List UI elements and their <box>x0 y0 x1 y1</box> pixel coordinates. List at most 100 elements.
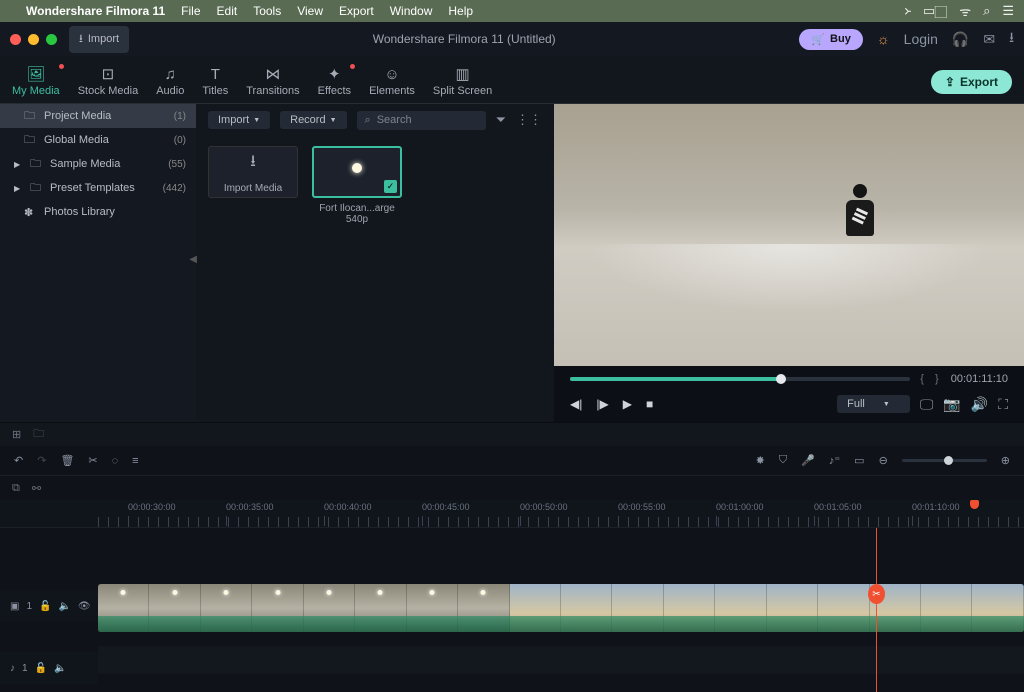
sidebar-photos-library[interactable]: ✽ Photos Library <box>0 200 196 224</box>
menu-help[interactable]: Help <box>448 4 473 18</box>
video-track-header[interactable]: ▣ 1 🔓 🔈 👁 <box>0 590 98 622</box>
app-name[interactable]: Wondershare Filmora 11 <box>26 4 165 18</box>
sidebar-global-media[interactable]: 🗀 Global Media (0) <box>0 128 196 152</box>
caption-icon[interactable]: ▭ <box>854 454 864 467</box>
tab-label: Titles <box>202 85 228 97</box>
tab-my-media[interactable]: 🖼 My Media <box>12 65 60 103</box>
zoom-slider[interactable] <box>902 459 987 462</box>
battery-icon[interactable]: ▭ <box>923 3 935 19</box>
sidebar-preset-templates[interactable]: ▶ 🗀 Preset Templates (442) <box>0 176 196 200</box>
tips-icon[interactable]: ☼ <box>877 31 890 47</box>
audio-track-header[interactable]: ♪ 1 🔓 🔈 <box>0 652 98 684</box>
import-icon: ⭳ <box>79 30 83 49</box>
zoom-out-icon[interactable]: ⊖ <box>879 454 888 467</box>
mute-icon[interactable]: 🔈 <box>58 601 70 612</box>
audio-track[interactable] <box>98 646 1024 674</box>
menu-file[interactable]: File <box>181 4 200 18</box>
tab-stock-media[interactable]: ⊡ Stock Media <box>78 65 139 103</box>
lock-icon[interactable]: 🔓 <box>39 601 51 612</box>
collapse-handle-icon[interactable]: ◀ <box>189 254 197 265</box>
add-folder-icon[interactable]: ⊞ <box>12 428 21 441</box>
next-frame-button[interactable]: |▶ <box>596 397 608 411</box>
import-media-card[interactable]: ⭳ Import Media <box>208 146 298 198</box>
volume-icon[interactable]: 🔊 <box>971 396 988 413</box>
display-icon[interactable]: 🖵 <box>920 396 934 413</box>
mic-icon[interactable]: 🎤 <box>801 454 815 467</box>
window-close[interactable] <box>10 34 21 45</box>
tab-titles[interactable]: T Titles <box>202 65 228 103</box>
photos-icon: ✽ <box>24 206 36 219</box>
undo-icon[interactable]: ↶ <box>14 454 23 467</box>
cut-icon[interactable]: ✂ <box>88 454 97 467</box>
tab-label: Stock Media <box>78 85 139 97</box>
wifi-icon[interactable]: ᯤ <box>959 2 971 20</box>
playhead-marker[interactable] <box>970 500 979 509</box>
spotlight-icon[interactable]: ⌕ <box>983 3 990 19</box>
import-button[interactable]: ⭳ Import <box>69 26 129 53</box>
support-icon[interactable]: 🎧 <box>952 31 969 48</box>
sidebar-project-media[interactable]: 🗀 Project Media (1) <box>0 104 196 128</box>
snapshot-icon[interactable]: 📷 <box>943 396 960 413</box>
menu-window[interactable]: Window <box>390 4 433 18</box>
download-icon[interactable]: ⭳ <box>1009 27 1014 51</box>
quality-label: Full <box>847 398 865 410</box>
tag-icon[interactable]: ◌ <box>112 455 119 467</box>
menu-view[interactable]: View <box>297 4 323 18</box>
window-zoom[interactable] <box>46 34 57 45</box>
folder-icon[interactable]: 🗀 <box>33 425 44 444</box>
tab-transitions[interactable]: ⋈ Transitions <box>246 65 299 103</box>
tab-split-screen[interactable]: ▥ Split Screen <box>433 65 492 103</box>
track-number: 1 <box>22 663 28 674</box>
stop-button[interactable]: ■ <box>646 397 653 411</box>
menu-export[interactable]: Export <box>339 4 374 18</box>
redo-icon[interactable]: ↷ <box>37 454 46 467</box>
shield-icon[interactable]: ⛉ <box>779 454 787 467</box>
mixer-icon[interactable]: ♪⁼ <box>829 454 840 467</box>
titles-icon: T <box>211 65 220 83</box>
messages-icon[interactable]: ✉ <box>983 31 995 48</box>
delete-icon[interactable]: 🗑 <box>60 454 74 467</box>
control-center-icon[interactable]: ☰ <box>1002 3 1014 19</box>
ruler-label: 00:01:00:00 <box>716 502 764 512</box>
grid-view-icon[interactable]: ⋮⋮ <box>516 112 542 128</box>
window-minimize[interactable] <box>28 34 39 45</box>
prev-frame-button[interactable]: ◀| <box>570 397 582 411</box>
tab-audio[interactable]: ♫ Audio <box>156 65 184 103</box>
link-icon[interactable]: ⚯ <box>32 482 41 495</box>
playhead[interactable]: ✂ <box>876 528 877 692</box>
import-dropdown[interactable]: Import ▼ <box>208 111 270 129</box>
tab-elements[interactable]: ☺ Elements <box>369 65 415 103</box>
buy-button[interactable]: 🛒 Buy <box>799 29 862 50</box>
mark-in-out-icon[interactable]: { } <box>920 373 942 385</box>
list-icon[interactable]: ≡ <box>132 455 138 467</box>
menu-edit[interactable]: Edit <box>217 4 238 18</box>
lock-icon[interactable]: 🔓 <box>35 663 47 674</box>
media-clip[interactable]: ✓ Fort Ilocan...arge 540p <box>312 146 402 225</box>
search-placeholder: Search <box>377 114 412 126</box>
visibility-icon[interactable]: 👁 <box>78 601 91 612</box>
menu-tools[interactable]: Tools <box>253 4 281 18</box>
ruler-label: 00:00:50:00 <box>520 502 568 512</box>
login-link[interactable]: Login <box>904 31 938 47</box>
tab-effects[interactable]: ✦ Effects <box>318 65 351 103</box>
zoom-in-icon[interactable]: ⊕ <box>1001 454 1010 467</box>
playback-progress[interactable] <box>570 377 910 381</box>
timecode: 00:01:11:10 <box>951 373 1008 385</box>
filter-icon[interactable]: ⏷ <box>496 112 506 128</box>
fullscreen-icon[interactable]: ⛶ <box>998 396 1008 413</box>
play-button[interactable]: ▶ <box>623 397 632 411</box>
buy-label: Buy <box>830 33 851 45</box>
copy-icon[interactable]: ⧉ <box>12 482 20 495</box>
search-input[interactable]: ⌕ Search <box>357 111 486 130</box>
bluetooth-icon[interactable]: ᚛ <box>904 3 911 19</box>
quality-dropdown[interactable]: Full ▼ <box>837 395 910 413</box>
mute-icon[interactable]: 🔈 <box>54 663 66 674</box>
color-icon[interactable]: ✸ <box>756 454 765 467</box>
export-button[interactable]: ⇪ Export <box>931 70 1012 94</box>
sidebar-sample-media[interactable]: ▶ 🗀 Sample Media (55) <box>0 152 196 176</box>
split-icon[interactable]: ✂ <box>868 584 885 604</box>
timeline-clip[interactable]: ge 540p <box>98 584 1024 632</box>
preview-video[interactable] <box>554 104 1024 366</box>
effects-icon: ✦ <box>328 65 341 83</box>
record-dropdown[interactable]: Record ▼ <box>280 111 346 129</box>
